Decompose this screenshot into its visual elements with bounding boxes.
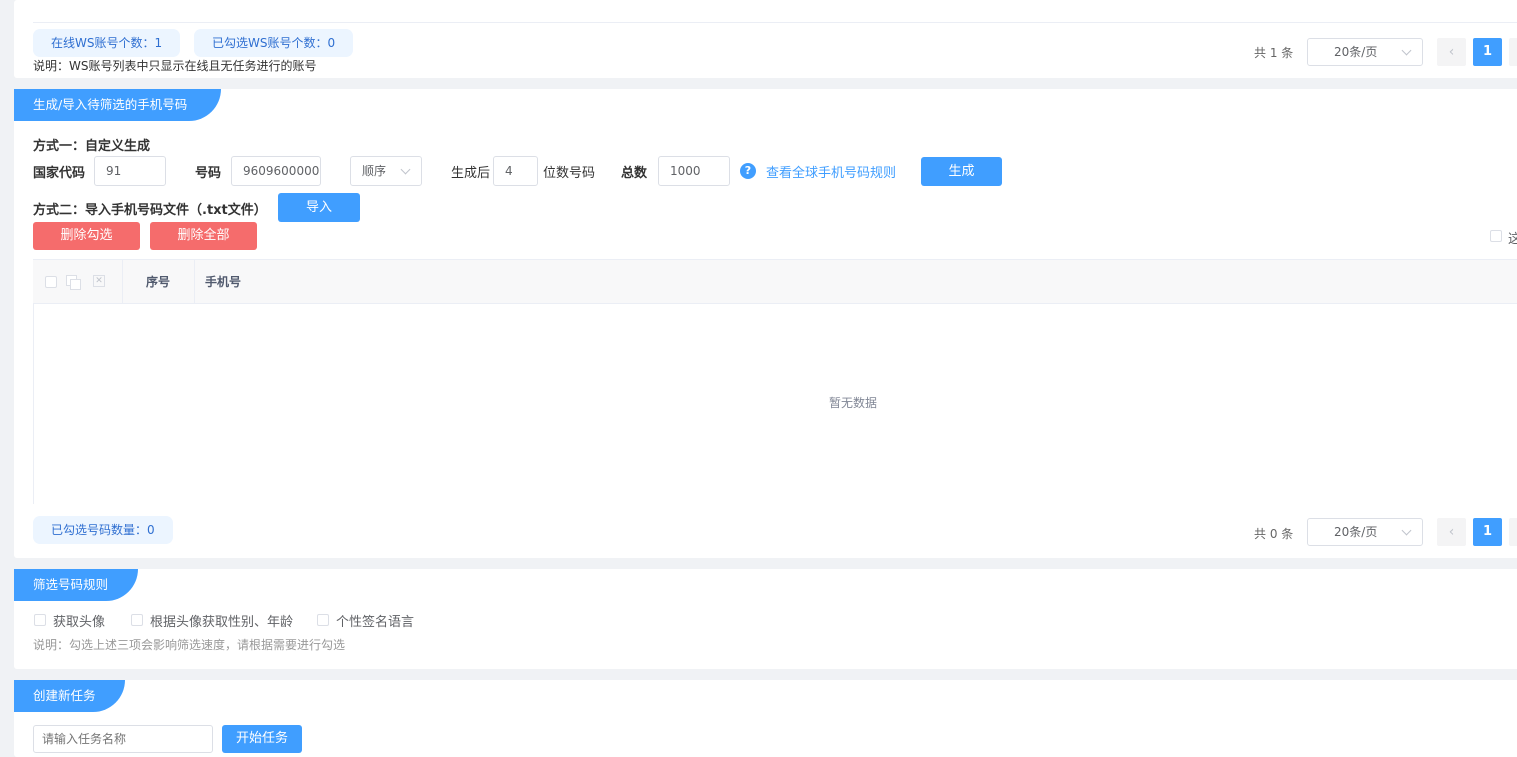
numbers-pagination-total: 共 0 条 (1254, 527, 1294, 541)
delete-all-button[interactable]: 删除全部 (150, 222, 257, 250)
accounts-card: 在线WS账号个数：1 已勾选WS账号个数：0 说明：WS账号列表中只显示在线且无… (14, 0, 1517, 78)
after-label: 生成后 (451, 166, 491, 181)
total-label: 总数 (621, 166, 648, 181)
method-one-label: 方式一：自定义生成 (33, 139, 151, 154)
phone-rules-link[interactable]: 查看全球手机号码规则 (766, 162, 896, 181)
start-task-button[interactable]: 开始任务 (222, 725, 302, 753)
clear-selection-icon[interactable]: ✕ (93, 275, 105, 287)
digits-suffix-label: 位数号码 (543, 166, 596, 181)
chevron-down-icon (400, 164, 411, 175)
accounts-note: 说明：WS账号列表中只显示在线且无任务进行的账号 (33, 59, 317, 73)
task-card: 创建新任务 开始任务 (14, 680, 1517, 757)
filter-section-title: 筛选号码规则 (14, 569, 138, 601)
filter-note: 说明：勾选上述三项会影响筛选速度，请根据需要进行勾选 (33, 638, 346, 652)
select-all-checkbox[interactable] (45, 276, 57, 288)
accounts-page-size-select[interactable]: 20条/页 (1307, 38, 1423, 66)
accounts-next-page-button[interactable] (1509, 38, 1517, 66)
accounts-page-size-value: 20条/页 (1334, 45, 1378, 59)
chevron-down-icon (1401, 45, 1412, 56)
header-divider (122, 260, 123, 304)
header-divider (194, 260, 195, 304)
gender-age-label: 根据头像获取性别、年龄 (150, 615, 294, 630)
generate-card: 生成/导入待筛选的手机号码 方式一：自定义生成 国家代码 91 号码 96096… (14, 89, 1517, 558)
numbers-page-size-value: 20条/页 (1334, 525, 1378, 539)
signature-language-label: 个性签名语言 (336, 615, 415, 630)
numbers-table-header: ✕ 序号 手机号 (33, 260, 1517, 304)
numbers-table: ✕ 序号 手机号 暂无数据 (33, 259, 1517, 504)
copy-icon[interactable] (66, 275, 83, 292)
digits-input[interactable]: 4 (493, 156, 538, 186)
delete-selected-button[interactable]: 删除勾选 (33, 222, 140, 250)
numbers-prev-page-button[interactable]: ‹ (1437, 518, 1466, 546)
column-header-index: 序号 (146, 275, 171, 289)
filter-card: 筛选号码规则 获取头像 根据头像获取性别、年龄 个性签名语言 说明：勾选上述三项… (14, 569, 1517, 669)
country-code-label: 国家代码 (33, 166, 86, 181)
right-edge-checkbox[interactable] (1490, 230, 1502, 242)
generate-section-title: 生成/导入待筛选的手机号码 (14, 89, 221, 121)
question-circle-icon[interactable]: ? (740, 163, 756, 179)
chevron-down-icon (1401, 525, 1412, 536)
column-header-phone: 手机号 (205, 275, 242, 289)
accounts-current-page[interactable]: 1 (1473, 38, 1502, 66)
accounts-pagination-total: 共 1 条 (1254, 46, 1294, 60)
gender-age-checkbox[interactable] (131, 614, 143, 626)
order-select-value: 顺序 (362, 164, 387, 178)
numbers-current-page[interactable]: 1 (1473, 518, 1502, 546)
order-select[interactable]: 顺序 (350, 156, 422, 186)
accounts-table-bottom-border (33, 22, 1517, 23)
right-edge-checkbox-label: 这 (1508, 232, 1517, 247)
numbers-next-page-button[interactable] (1509, 518, 1517, 546)
task-name-input[interactable] (33, 725, 213, 753)
selected-numbers-count-badge: 已勾选号码数量：0 (33, 516, 173, 544)
empty-data-text: 暂无数据 (828, 396, 877, 410)
online-accounts-count-badge: 在线WS账号个数：1 (33, 29, 181, 57)
generate-button[interactable]: 生成 (921, 157, 1002, 186)
number-label: 号码 (195, 166, 222, 181)
selected-accounts-count-badge: 已勾选WS账号个数：0 (194, 29, 354, 57)
import-button[interactable]: 导入 (278, 193, 360, 222)
get-avatar-label: 获取头像 (53, 615, 106, 630)
number-input[interactable]: 9609600000 (231, 156, 321, 186)
get-avatar-checkbox[interactable] (34, 614, 46, 626)
signature-language-checkbox[interactable] (317, 614, 329, 626)
accounts-prev-page-button[interactable]: ‹ (1437, 38, 1466, 66)
numbers-page-size-select[interactable]: 20条/页 (1307, 518, 1423, 546)
method-two-label: 方式二：导入手机号码文件（.txt文件） (33, 203, 267, 218)
country-code-input[interactable]: 91 (94, 156, 166, 186)
task-section-title: 创建新任务 (14, 680, 125, 712)
total-input[interactable]: 1000 (658, 156, 730, 186)
